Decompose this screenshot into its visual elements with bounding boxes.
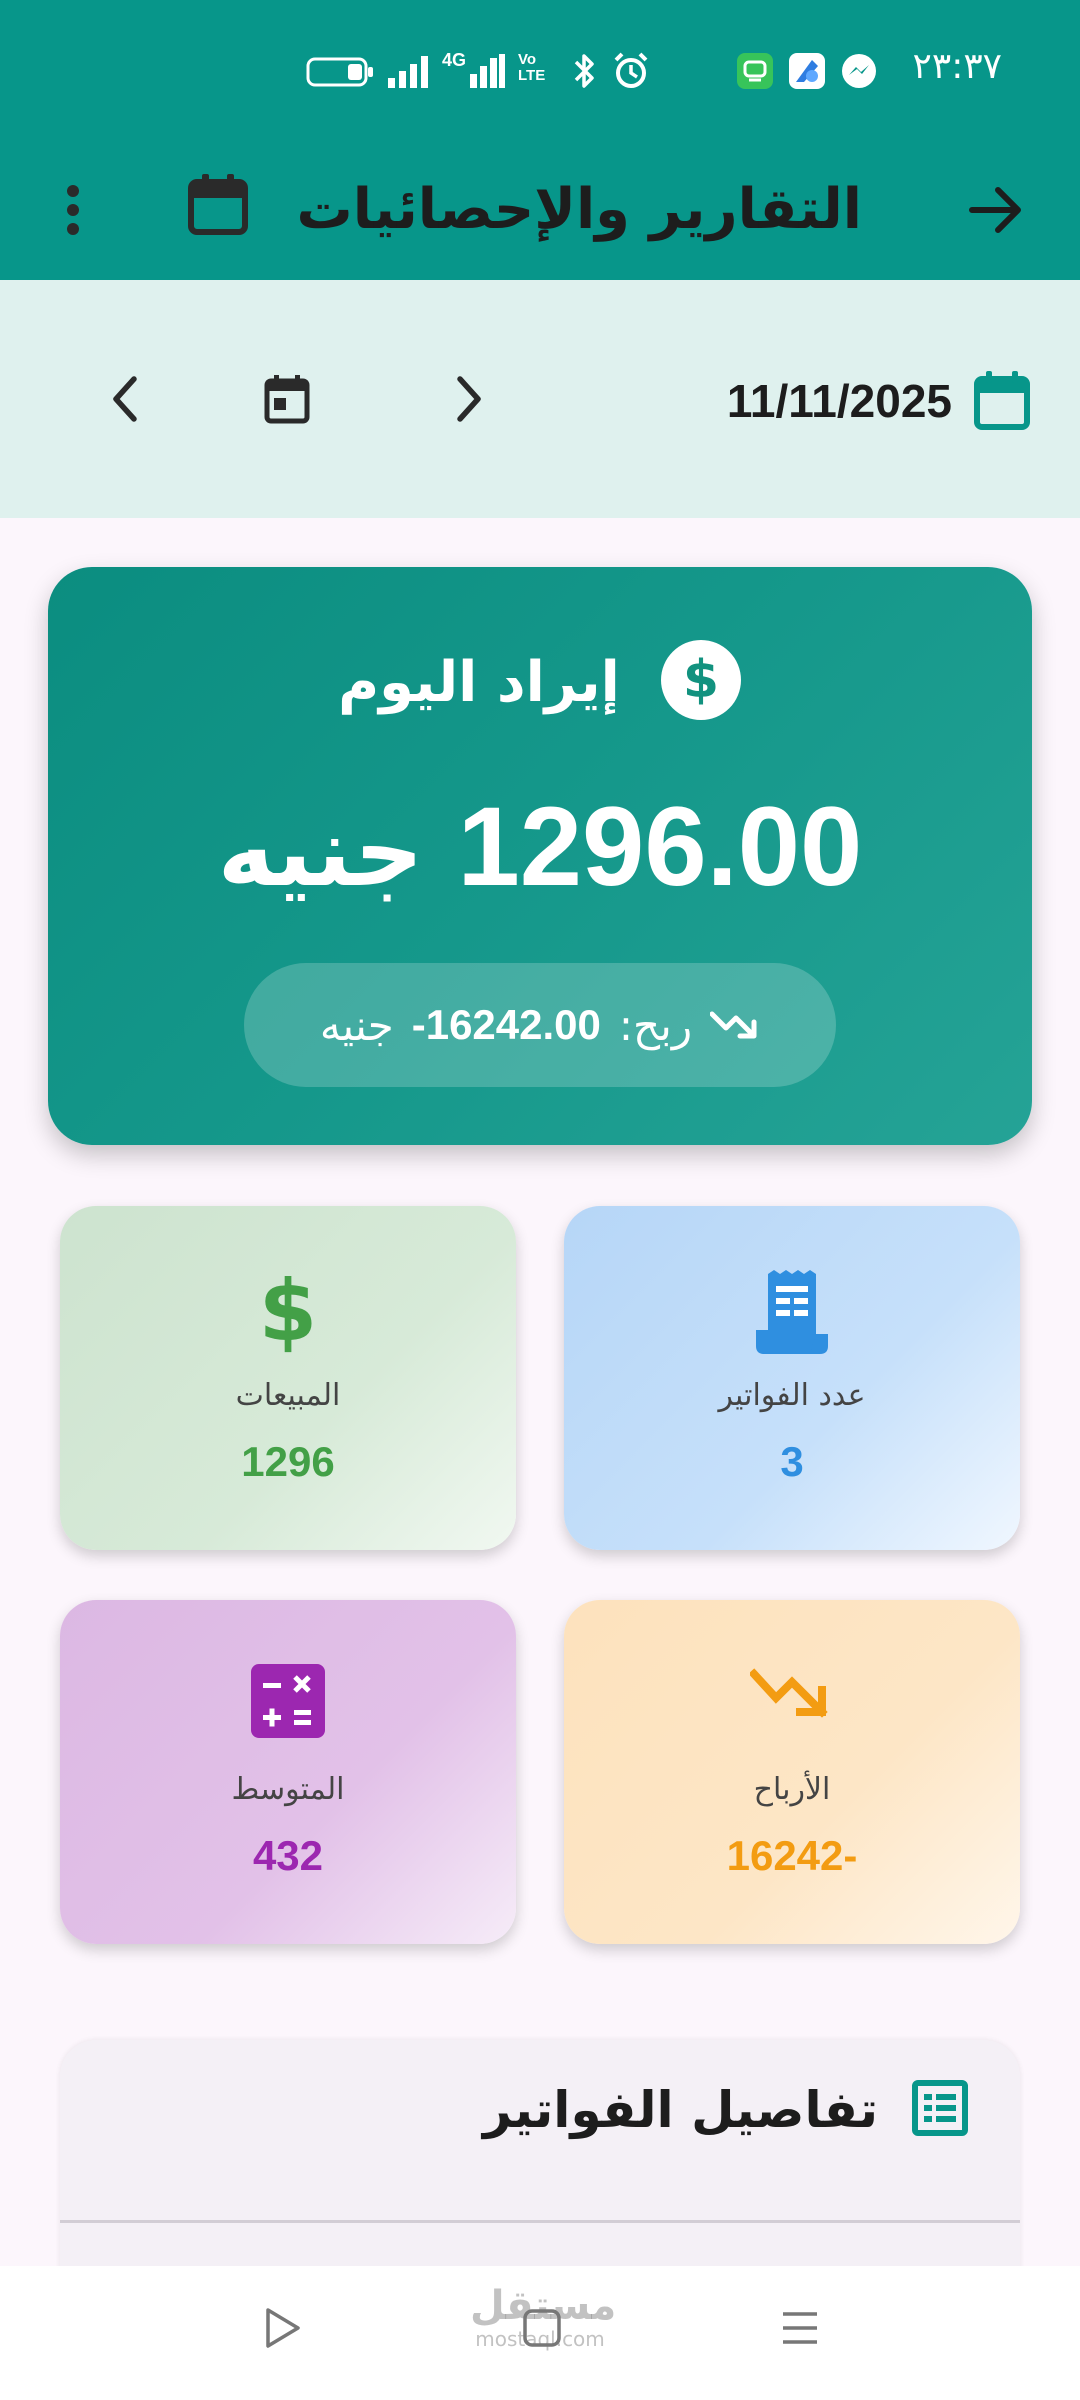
daily-revenue-card: $ إيراد اليوم جنيه 1296.00 ربح: -16242.0…: [48, 567, 1032, 1145]
selected-date[interactable]: 11/11/2025: [672, 374, 952, 428]
next-day-button[interactable]: [434, 364, 504, 434]
invoice-details-header: تفاصيل الفواتير: [483, 2080, 968, 2140]
profits-label: الأرباح: [753, 1772, 831, 1807]
divider: [60, 2220, 1020, 2223]
svg-text:$: $: [683, 650, 719, 710]
watermark-latin: mostaql.com: [475, 2327, 605, 2351]
profit-pill: ربح: -16242.00 جنيه: [244, 963, 836, 1087]
volte-icon: Vo LTE: [518, 51, 546, 84]
arrow-right-icon: [969, 187, 1021, 233]
calculator-icon: [60, 1664, 516, 1738]
chat-app-icon: [736, 52, 774, 94]
date-navigation-bar: 11/11/2025: [0, 280, 1080, 518]
status-bar: 4G Vo LTE ٢٣:٣٧: [0, 0, 1080, 140]
more-vert-icon: [67, 185, 79, 235]
today-button[interactable]: [252, 364, 322, 434]
page-title: التقارير والإحصائيات: [296, 177, 862, 242]
invoice-count-value: 3: [780, 1438, 804, 1485]
trending-down-icon: [709, 1006, 760, 1044]
sales-label: المبيعات: [235, 1378, 341, 1413]
average-card[interactable]: المتوسط 432: [60, 1600, 516, 1944]
average-label: المتوسط: [231, 1772, 345, 1807]
invoice-details-title: تفاصيل الفواتير: [483, 2081, 878, 2139]
bluetooth-icon: [572, 52, 598, 94]
clock: ٢٣:٣٧: [912, 46, 1002, 87]
average-value: 432: [252, 1832, 324, 1879]
revenue-currency: جنيه: [217, 796, 424, 908]
revenue-amount: جنيه 1296.00: [48, 782, 1032, 911]
messenger-icon: [840, 52, 878, 94]
network-type-icon: 4G: [442, 50, 467, 70]
invoice-count-label: عدد الفواتير: [718, 1378, 866, 1413]
dollar-icon: $: [60, 1270, 516, 1354]
profit-label: ربح:: [618, 1000, 693, 1050]
revenue-value: 1296.00: [457, 784, 863, 909]
photo-app-icon: [788, 52, 826, 94]
dollar-circle-icon: $: [660, 639, 742, 725]
profits-value: 16242-: [726, 1832, 858, 1879]
watermark-arabic: مستقل: [470, 2283, 617, 2329]
sales-value: 1296: [241, 1438, 335, 1485]
trending-down-icon: [564, 1664, 1020, 1724]
nav-menu-icon: [783, 2312, 817, 2344]
app-bar: التقارير والإحصائيات: [0, 140, 1080, 280]
profit-value: -16242.00: [411, 1001, 601, 1048]
receipt-icon: [564, 1270, 1020, 1354]
date-calendar-icon: [974, 370, 1030, 434]
chevron-left-icon: [113, 376, 137, 422]
table-icon: [912, 2080, 968, 2140]
profits-card[interactable]: الأرباح 16242-: [564, 1600, 1020, 1944]
back-button[interactable]: [960, 170, 1032, 250]
today-icon: [264, 375, 310, 424]
nav-back-button[interactable]: [262, 2306, 302, 2353]
sales-card[interactable]: $ المبيعات 1296: [60, 1206, 516, 1550]
chevron-right-icon: [457, 376, 481, 422]
svg-text:$: $: [259, 1270, 317, 1354]
invoice-count-card[interactable]: عدد الفواتير 3: [564, 1206, 1020, 1550]
previous-day-button[interactable]: [90, 364, 160, 434]
nav-back-icon: [266, 2308, 300, 2348]
revenue-title: إيراد اليوم: [338, 649, 620, 715]
more-options-button[interactable]: [42, 170, 104, 250]
signal-icon: [388, 54, 432, 92]
revenue-title-row: $ إيراد اليوم: [48, 639, 1032, 725]
signal-2-icon: [470, 54, 506, 92]
alarm-icon: [612, 52, 650, 94]
profit-currency: جنيه: [319, 1000, 394, 1050]
watermark: مستقل mostaql.com: [470, 2283, 617, 2351]
nav-recents-button[interactable]: [780, 2306, 820, 2353]
battery-icon: [306, 56, 374, 92]
